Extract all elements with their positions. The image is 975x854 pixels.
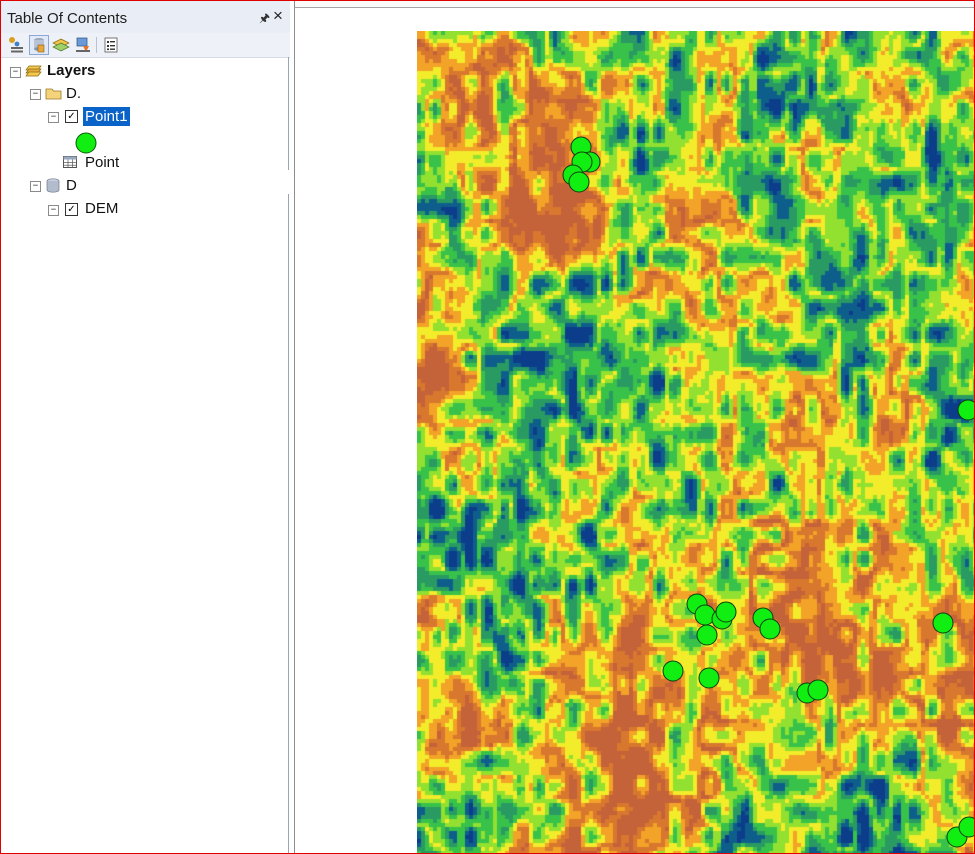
point-feature[interactable] bbox=[698, 667, 720, 689]
point-feature[interactable] bbox=[759, 618, 781, 640]
toc-toolbar bbox=[1, 33, 290, 58]
dem-layer-label[interactable]: DEM bbox=[85, 200, 118, 217]
point1-collapse-toggle[interactable]: − bbox=[48, 112, 59, 123]
map-top-edge bbox=[295, 1, 975, 8]
dem-collapse-toggle[interactable]: − bbox=[48, 205, 59, 216]
toc-title: Table Of Contents bbox=[7, 10, 128, 27]
toc-tree: − Layers − D. − ✓ Point1 Point − D − ✓ D… bbox=[1, 57, 289, 853]
table-of-contents-panel: Table Of Contents 🖈 × − Layers − D. − ✓ … bbox=[1, 1, 290, 853]
point-feature[interactable] bbox=[958, 816, 975, 838]
point-feature[interactable] bbox=[807, 679, 829, 701]
database-label[interactable]: D bbox=[66, 177, 77, 194]
layers-root-label[interactable]: Layers bbox=[47, 62, 95, 79]
list-by-selection-button[interactable] bbox=[73, 35, 93, 55]
folder-label[interactable]: D. bbox=[66, 85, 81, 102]
layers-collapse-toggle[interactable]: − bbox=[10, 67, 21, 78]
list-by-source-button[interactable] bbox=[29, 35, 49, 55]
database-collapse-toggle[interactable]: − bbox=[30, 181, 41, 192]
layers-icon bbox=[25, 63, 43, 84]
point1-layer-label[interactable]: Point1 bbox=[83, 107, 130, 126]
database-icon bbox=[34, 38, 45, 53]
selection-icon bbox=[76, 37, 90, 52]
point-feature[interactable] bbox=[662, 660, 684, 682]
point-feature[interactable] bbox=[568, 171, 590, 193]
close-icon[interactable]: × bbox=[273, 6, 283, 26]
options-icon bbox=[104, 37, 118, 53]
dem-visibility-checkbox[interactable]: ✓ bbox=[65, 203, 78, 216]
point-feature[interactable] bbox=[715, 601, 737, 623]
folder-collapse-toggle[interactable]: − bbox=[30, 89, 41, 100]
point-feature[interactable] bbox=[696, 624, 718, 646]
point-feature[interactable] bbox=[957, 399, 975, 421]
list-by-visibility-button[interactable] bbox=[51, 35, 71, 55]
list-by-drawing-order-button[interactable] bbox=[7, 35, 27, 55]
database-icon bbox=[45, 178, 61, 198]
options-button[interactable] bbox=[101, 35, 121, 55]
pin-icon[interactable]: 🖈 bbox=[259, 9, 270, 30]
map-view[interactable] bbox=[294, 1, 975, 853]
table-icon bbox=[63, 156, 78, 174]
point1-features-layer bbox=[562, 136, 975, 848]
point-feature[interactable] bbox=[932, 612, 954, 634]
toc-titlebar: Table Of Contents 🖈 × bbox=[1, 1, 290, 34]
point-table-label[interactable]: Point bbox=[85, 154, 119, 171]
point1-visibility-checkbox[interactable]: ✓ bbox=[65, 110, 78, 123]
visibility-layers-icon bbox=[52, 38, 70, 52]
drawing-order-icon bbox=[9, 37, 23, 53]
folder-icon bbox=[45, 86, 63, 106]
toolbar-separator bbox=[96, 37, 97, 53]
